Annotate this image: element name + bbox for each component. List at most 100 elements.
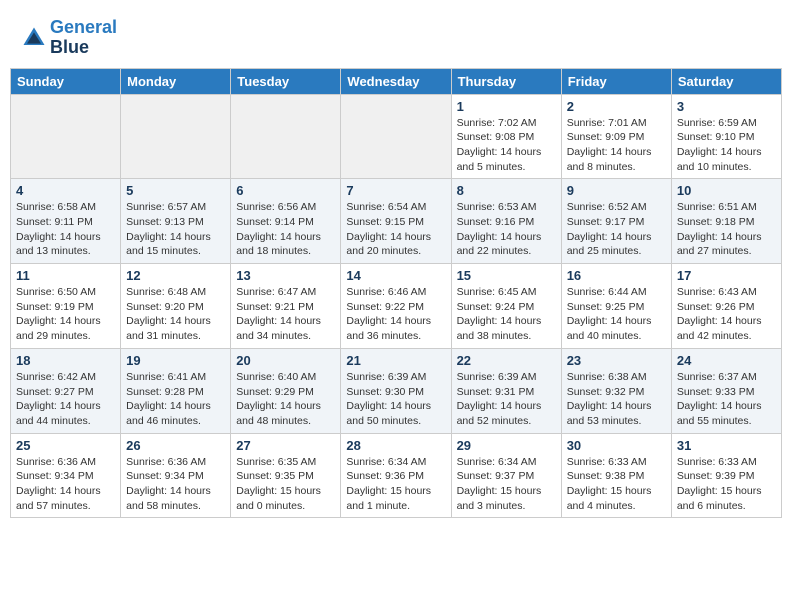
weekday-tuesday: Tuesday — [231, 68, 341, 94]
weekday-friday: Friday — [561, 68, 671, 94]
calendar-week-4: 18 Sunrise: 6:42 AMSunset: 9:27 PMDayligh… — [11, 348, 782, 433]
calendar-cell: 1Sunrise: 7:02 AMSunset: 9:08 PMDaylight… — [451, 94, 561, 179]
calendar-header: SundayMondayTuesdayWednesdayThursdayFrid… — [11, 68, 782, 94]
day-info: Sunrise: 6:57 AMSunset: 9:13 PMDaylight:… — [126, 200, 225, 259]
calendar-cell: 30 Sunrise: 6:33 AMSunset: 9:38 PMDayligh… — [561, 433, 671, 518]
day-info: Sunrise: 6:40 AMSunset: 9:29 PMDaylight:… — [236, 370, 335, 429]
calendar-cell: 26 Sunrise: 6:36 AMSunset: 9:34 PMDayligh… — [121, 433, 231, 518]
day-info: Sunrise: 6:36 AMSunset: 9:34 PMDaylight:… — [16, 455, 115, 514]
weekday-saturday: Saturday — [671, 68, 781, 94]
day-number: 1 — [457, 99, 556, 114]
day-info: Sunrise: 6:50 AMSunset: 9:19 PMDaylight:… — [16, 285, 115, 344]
day-number: 15 — [457, 268, 556, 283]
day-number: 11 — [16, 268, 115, 283]
calendar-cell: 12 Sunrise: 6:48 AMSunset: 9:20 PMDayligh… — [121, 264, 231, 349]
day-number: 26 — [126, 438, 225, 453]
day-info: Sunrise: 6:34 AMSunset: 9:36 PMDaylight:… — [346, 455, 445, 514]
page-header: General Blue — [10, 10, 782, 62]
day-number: 29 — [457, 438, 556, 453]
day-number: 2 — [567, 99, 666, 114]
day-info: Sunrise: 6:51 AMSunset: 9:18 PMDaylight:… — [677, 200, 776, 259]
day-number: 12 — [126, 268, 225, 283]
calendar-cell: 31 Sunrise: 6:33 AMSunset: 9:39 PMDayligh… — [671, 433, 781, 518]
calendar-week-1: 1Sunrise: 7:02 AMSunset: 9:08 PMDaylight… — [11, 94, 782, 179]
day-info: Sunrise: 6:43 AMSunset: 9:26 PMDaylight:… — [677, 285, 776, 344]
calendar-week-3: 11 Sunrise: 6:50 AMSunset: 9:19 PMDayligh… — [11, 264, 782, 349]
calendar-cell: 25Sunrise: 6:36 AMSunset: 9:34 PMDayligh… — [11, 433, 121, 518]
day-info: Sunrise: 6:58 AMSunset: 9:11 PMDaylight:… — [16, 200, 115, 259]
day-info: Sunrise: 6:59 AMSunset: 9:10 PMDaylight:… — [677, 116, 776, 175]
day-info: Sunrise: 6:36 AMSunset: 9:34 PMDaylight:… — [126, 455, 225, 514]
day-number: 4 — [16, 183, 115, 198]
calendar-cell: 19 Sunrise: 6:41 AMSunset: 9:28 PMDayligh… — [121, 348, 231, 433]
day-info: Sunrise: 6:42 AMSunset: 9:27 PMDaylight:… — [16, 370, 115, 429]
day-info: Sunrise: 6:45 AMSunset: 9:24 PMDaylight:… — [457, 285, 556, 344]
day-info: Sunrise: 6:39 AMSunset: 9:31 PMDaylight:… — [457, 370, 556, 429]
day-number: 6 — [236, 183, 335, 198]
calendar-cell: 21 Sunrise: 6:39 AMSunset: 9:30 PMDayligh… — [341, 348, 451, 433]
day-number: 31 — [677, 438, 776, 453]
day-number: 22 — [457, 353, 556, 368]
calendar-cell — [121, 94, 231, 179]
logo: General Blue — [20, 18, 117, 58]
day-number: 19 — [126, 353, 225, 368]
day-info: Sunrise: 7:01 AMSunset: 9:09 PMDaylight:… — [567, 116, 666, 175]
day-number: 23 — [567, 353, 666, 368]
day-info: Sunrise: 6:56 AMSunset: 9:14 PMDaylight:… — [236, 200, 335, 259]
day-info: Sunrise: 6:41 AMSunset: 9:28 PMDaylight:… — [126, 370, 225, 429]
calendar-cell — [341, 94, 451, 179]
day-number: 8 — [457, 183, 556, 198]
calendar-cell: 10Sunrise: 6:51 AMSunset: 9:18 PMDayligh… — [671, 179, 781, 264]
day-number: 24 — [677, 353, 776, 368]
day-info: Sunrise: 6:46 AMSunset: 9:22 PMDaylight:… — [346, 285, 445, 344]
weekday-thursday: Thursday — [451, 68, 561, 94]
calendar-cell: 27 Sunrise: 6:35 AMSunset: 9:35 PMDayligh… — [231, 433, 341, 518]
calendar-cell: 14 Sunrise: 6:46 AMSunset: 9:22 PMDayligh… — [341, 264, 451, 349]
calendar-cell: 22 Sunrise: 6:39 AMSunset: 9:31 PMDayligh… — [451, 348, 561, 433]
day-number: 30 — [567, 438, 666, 453]
weekday-header-row: SundayMondayTuesdayWednesdayThursdayFrid… — [11, 68, 782, 94]
day-info: Sunrise: 6:48 AMSunset: 9:20 PMDaylight:… — [126, 285, 225, 344]
day-info: Sunrise: 6:37 AMSunset: 9:33 PMDaylight:… — [677, 370, 776, 429]
day-info: Sunrise: 6:44 AMSunset: 9:25 PMDaylight:… — [567, 285, 666, 344]
day-number: 20 — [236, 353, 335, 368]
calendar-cell: 7 Sunrise: 6:54 AMSunset: 9:15 PMDaylight… — [341, 179, 451, 264]
calendar-cell: 28Sunrise: 6:34 AMSunset: 9:36 PMDayligh… — [341, 433, 451, 518]
day-number: 14 — [346, 268, 445, 283]
calendar-cell: 6 Sunrise: 6:56 AMSunset: 9:14 PMDaylight… — [231, 179, 341, 264]
calendar-cell: 29 Sunrise: 6:34 AMSunset: 9:37 PMDayligh… — [451, 433, 561, 518]
calendar-table: SundayMondayTuesdayWednesdayThursdayFrid… — [10, 68, 782, 519]
day-number: 21 — [346, 353, 445, 368]
calendar-cell: 16 Sunrise: 6:44 AMSunset: 9:25 PMDayligh… — [561, 264, 671, 349]
calendar-cell: 13Sunrise: 6:47 AMSunset: 9:21 PMDayligh… — [231, 264, 341, 349]
weekday-sunday: Sunday — [11, 68, 121, 94]
calendar-cell: 17 Sunrise: 6:43 AMSunset: 9:26 PMDayligh… — [671, 264, 781, 349]
day-number: 17 — [677, 268, 776, 283]
day-info: Sunrise: 6:33 AMSunset: 9:39 PMDaylight:… — [677, 455, 776, 514]
day-info: Sunrise: 6:54 AMSunset: 9:15 PMDaylight:… — [346, 200, 445, 259]
calendar-cell: 24 Sunrise: 6:37 AMSunset: 9:33 PMDayligh… — [671, 348, 781, 433]
day-number: 16 — [567, 268, 666, 283]
calendar-week-5: 25Sunrise: 6:36 AMSunset: 9:34 PMDayligh… — [11, 433, 782, 518]
calendar-cell: 11 Sunrise: 6:50 AMSunset: 9:19 PMDayligh… — [11, 264, 121, 349]
day-info: Sunrise: 6:35 AMSunset: 9:35 PMDaylight:… — [236, 455, 335, 514]
day-info: Sunrise: 6:53 AMSunset: 9:16 PMDaylight:… — [457, 200, 556, 259]
calendar-cell: 2 Sunrise: 7:01 AMSunset: 9:09 PMDaylight… — [561, 94, 671, 179]
logo-icon — [20, 24, 48, 52]
day-info: Sunrise: 6:34 AMSunset: 9:37 PMDaylight:… — [457, 455, 556, 514]
calendar-cell — [11, 94, 121, 179]
calendar-cell: 5Sunrise: 6:57 AMSunset: 9:13 PMDaylight… — [121, 179, 231, 264]
logo-text: General Blue — [50, 18, 117, 58]
calendar-cell: 3Sunrise: 6:59 AMSunset: 9:10 PMDaylight… — [671, 94, 781, 179]
day-number: 27 — [236, 438, 335, 453]
day-number: 7 — [346, 183, 445, 198]
calendar-week-2: 4 Sunrise: 6:58 AMSunset: 9:11 PMDaylight… — [11, 179, 782, 264]
calendar-cell: 8 Sunrise: 6:53 AMSunset: 9:16 PMDaylight… — [451, 179, 561, 264]
calendar-body: 1Sunrise: 7:02 AMSunset: 9:08 PMDaylight… — [11, 94, 782, 518]
day-info: Sunrise: 6:33 AMSunset: 9:38 PMDaylight:… — [567, 455, 666, 514]
day-number: 18 — [16, 353, 115, 368]
day-number: 13 — [236, 268, 335, 283]
calendar-cell: 9Sunrise: 6:52 AMSunset: 9:17 PMDaylight… — [561, 179, 671, 264]
day-info: Sunrise: 6:39 AMSunset: 9:30 PMDaylight:… — [346, 370, 445, 429]
day-info: Sunrise: 6:52 AMSunset: 9:17 PMDaylight:… — [567, 200, 666, 259]
